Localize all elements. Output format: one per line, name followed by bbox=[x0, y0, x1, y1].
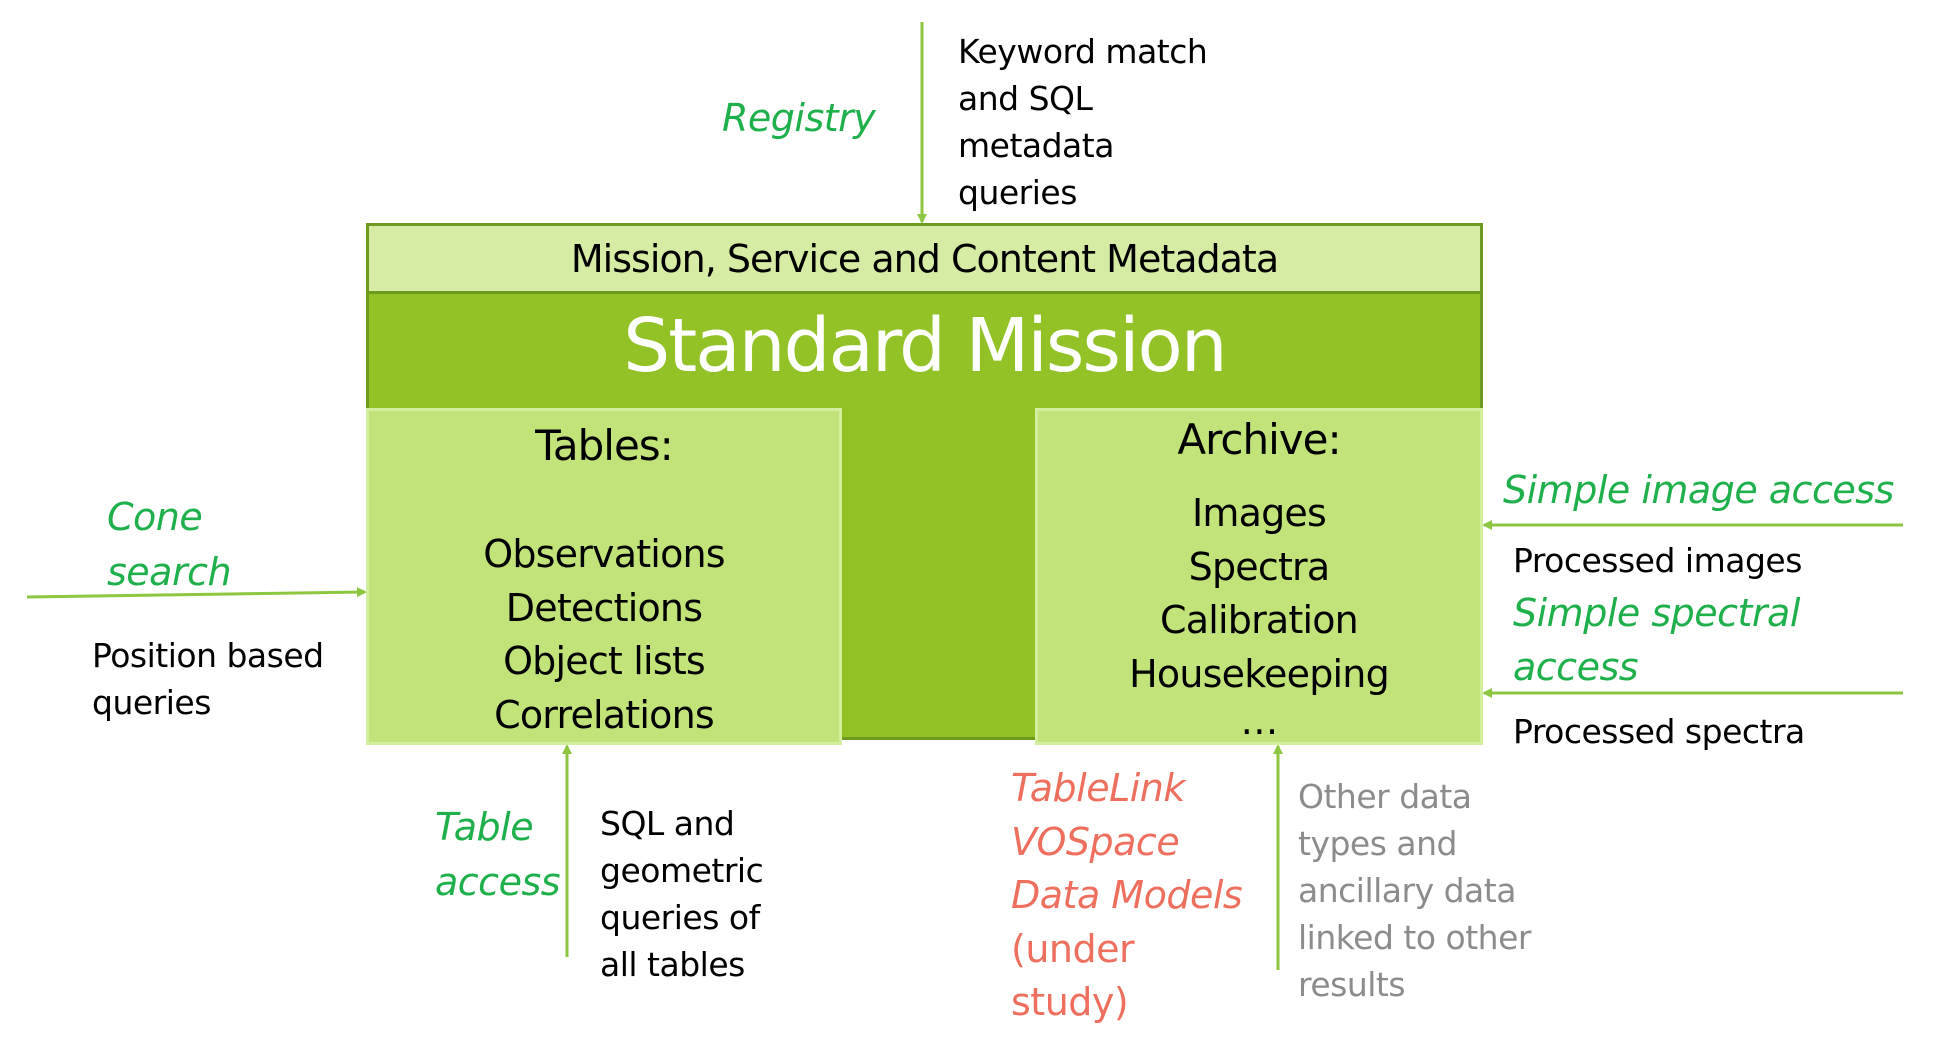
cone-search-label-line: search bbox=[107, 550, 232, 594]
archive-item: Spectra bbox=[1188, 544, 1331, 589]
table-access-description-line: queries of bbox=[600, 898, 760, 937]
table-access-description-line: all tables bbox=[600, 945, 745, 984]
under-study-label-line: TableLink bbox=[1011, 766, 1185, 810]
under-study-label-line: VOSpace bbox=[1011, 819, 1180, 864]
archive-item: Images bbox=[1191, 491, 1327, 535]
under-study-description-line: Other data bbox=[1298, 777, 1472, 816]
cone-search-description-line: queries bbox=[92, 683, 211, 722]
simple-spectral-access-description: Processed spectra bbox=[1513, 712, 1805, 751]
registry-description-line: metadata bbox=[958, 126, 1114, 165]
registry-label: Registry bbox=[722, 96, 876, 140]
table-access-label-line: Table bbox=[435, 805, 534, 849]
under-study-label-line: Data Models bbox=[1011, 873, 1243, 917]
under-study-label: TableLink VOSpace Data Models (under stu… bbox=[1011, 762, 1243, 1030]
under-study-label-line: (under bbox=[1011, 926, 1135, 971]
standard-mission-title: Standard Mission bbox=[623, 303, 1227, 389]
metadata-band-label: Mission, Service and Content Metadata bbox=[570, 236, 1279, 281]
tables-item: Detections bbox=[505, 585, 703, 630]
cone-search-description-line: Position based bbox=[92, 636, 324, 675]
cone-search-label: Cone search bbox=[107, 490, 232, 600]
under-study-description-line: ancillary data bbox=[1298, 871, 1516, 910]
under-study-description-line: results bbox=[1298, 965, 1406, 1004]
registry-description: Keyword match and SQL metadata queries bbox=[958, 28, 1208, 216]
tables-box: Tables: Observations Detections Object l… bbox=[366, 408, 842, 745]
archive-box: Archive: Images Spectra Calibration Hous… bbox=[1035, 408, 1483, 745]
simple-image-access-label: Simple image access bbox=[1503, 468, 1894, 512]
under-study-description-line: types and bbox=[1298, 824, 1457, 863]
tables-heading: Tables: bbox=[535, 421, 674, 470]
simple-spectral-access-label-line: access bbox=[1513, 645, 1639, 689]
archive-item: Calibration bbox=[1160, 598, 1359, 642]
tables-item: Object lists bbox=[503, 639, 706, 683]
under-study-label-line: study) bbox=[1011, 980, 1129, 1024]
registry-description-line: Keyword match bbox=[958, 32, 1208, 71]
under-study-description: Other data types and ancillary data link… bbox=[1298, 773, 1531, 1008]
metadata-band: Mission, Service and Content Metadata bbox=[369, 226, 1480, 294]
under-study-description-line: linked to other bbox=[1298, 918, 1531, 957]
cone-search-label-line: Cone bbox=[107, 495, 203, 539]
table-access-description-line: SQL and bbox=[600, 804, 735, 843]
table-access-description: SQL and geometric queries of all tables bbox=[600, 800, 764, 988]
table-access-description-line: geometric bbox=[600, 851, 764, 890]
archive-item: … bbox=[1240, 699, 1278, 743]
table-access-label: Table access bbox=[435, 800, 561, 910]
simple-spectral-access-label: Simple spectral access bbox=[1513, 586, 1800, 694]
tables-item: Correlations bbox=[494, 692, 715, 737]
simple-spectral-access-label-line: Simple spectral bbox=[1513, 591, 1800, 635]
archive-heading: Archive: bbox=[1177, 415, 1341, 464]
cone-search-description: Position based queries bbox=[92, 632, 324, 726]
tables-item: Observations bbox=[483, 532, 725, 576]
registry-description-line: queries bbox=[958, 173, 1077, 212]
simple-image-access-description: Processed images bbox=[1513, 541, 1802, 580]
table-access-label-line: access bbox=[435, 860, 561, 904]
registry-description-line: and SQL bbox=[958, 79, 1093, 118]
archive-item: Housekeeping bbox=[1129, 651, 1390, 696]
